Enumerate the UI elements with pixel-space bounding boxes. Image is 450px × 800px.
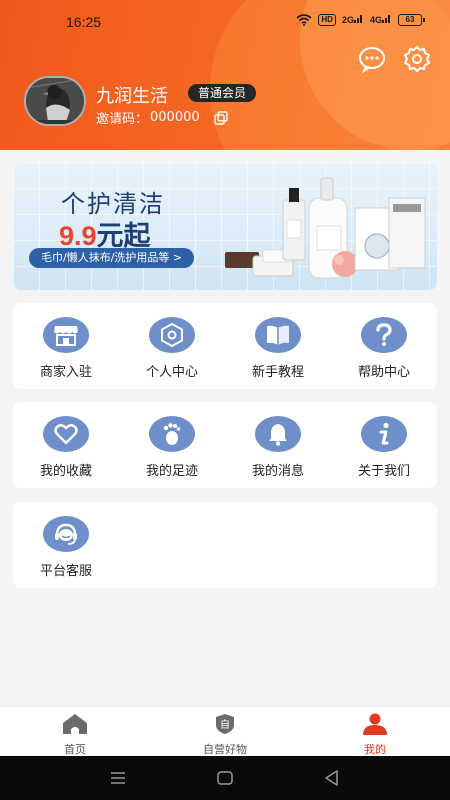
status-bar: 16:25 HD 2G 4G 63 <box>0 10 450 34</box>
menu-label: 我的足迹 <box>145 463 198 478</box>
book-icon <box>255 317 301 353</box>
menu-customer-service[interactable]: 平台客服 <box>13 516 119 579</box>
info-icon <box>361 416 407 452</box>
menu-label: 新手教程 <box>251 364 304 379</box>
banner-price-unit: 元起 <box>96 221 151 251</box>
settings-button[interactable] <box>402 44 432 74</box>
menu-merchant-join[interactable]: 商家入驻 <box>13 317 119 380</box>
menu-label: 个人中心 <box>145 364 198 379</box>
menu-my-favorites[interactable]: 我的收藏 <box>13 416 119 479</box>
menu-label: 我的消息 <box>251 463 304 478</box>
signal-4g-icon: 4G <box>370 13 392 26</box>
system-navigation-bar <box>0 756 450 800</box>
tab-mine[interactable]: 我的 <box>300 713 450 757</box>
profile-icon <box>363 713 387 735</box>
menu-label: 商家入驻 <box>39 364 92 379</box>
avatar-image <box>26 78 84 124</box>
tab-label: 首页 <box>64 743 86 756</box>
invite-code-label: 邀请码： <box>96 112 149 127</box>
menu-label: 平台客服 <box>39 563 92 578</box>
message-button[interactable] <box>357 44 387 74</box>
activity-menu-card: 我的收藏 我的足迹 我的消息 关于我们 <box>13 402 437 488</box>
status-icons: HD 2G 4G 63 <box>296 13 425 26</box>
menu-beginner-guide[interactable]: 新手教程 <box>225 317 331 380</box>
home-nav-button[interactable] <box>215 768 235 788</box>
banner-category-link[interactable]: 毛巾/懒人抹布/洗护用品等 > <box>29 248 195 268</box>
user-name: 九润生活 <box>96 86 168 106</box>
back-nav-button[interactable] <box>322 768 342 788</box>
signal-2g-icon: 2G <box>342 13 364 26</box>
invite-code-value: 000000 <box>150 110 200 125</box>
banner-price-number: 9.9 <box>59 221 97 251</box>
svg-text:自: 自 <box>220 718 230 731</box>
menu-personal-center[interactable]: 个人中心 <box>119 317 225 380</box>
menu-label: 我的收藏 <box>39 463 92 478</box>
gear-icon <box>404 46 430 72</box>
menu-about-us[interactable]: 关于我们 <box>331 416 437 479</box>
self-shop-icon: 自 <box>216 714 234 734</box>
headset-icon <box>43 516 89 552</box>
store-icon <box>43 317 89 353</box>
support-menu-card: 平台客服 <box>13 502 437 588</box>
status-time: 16:25 <box>66 14 102 30</box>
bottom-tab-bar: 首页 自 自营好物 我的 <box>0 706 450 756</box>
menu-help-center[interactable]: 帮助中心 <box>331 317 437 380</box>
menu-my-messages[interactable]: 我的消息 <box>225 416 331 479</box>
menu-lines-icon <box>111 772 125 784</box>
menu-my-footprints[interactable]: 我的足迹 <box>119 416 225 479</box>
signal-2g-label: 2G <box>341 15 354 25</box>
bell-icon <box>255 416 301 452</box>
signal-4g-label: 4G <box>369 15 382 25</box>
menu-nav-button[interactable] <box>108 768 128 788</box>
tab-self-operated[interactable]: 自 自营好物 <box>150 713 300 757</box>
tab-label: 我的 <box>364 743 386 756</box>
profile-header: 16:25 HD 2G 4G 63 九润生活 普通会员 邀请码： 000000 <box>0 0 450 150</box>
menu-label: 帮助中心 <box>357 364 410 379</box>
menu-label: 关于我们 <box>357 463 410 478</box>
user-hexagon-icon <box>149 317 195 353</box>
battery-icon: 63 <box>398 13 425 26</box>
tab-label: 自营好物 <box>203 743 247 756</box>
chat-bubble-icon <box>359 47 385 74</box>
avatar[interactable] <box>24 76 86 126</box>
footprint-icon <box>149 416 195 452</box>
hd-icon: HD <box>318 13 336 26</box>
member-level-badge: 普通会员 <box>188 84 257 102</box>
copy-icon[interactable] <box>213 110 228 125</box>
home-icon <box>63 714 87 734</box>
wifi-icon <box>296 13 312 26</box>
promo-banner[interactable]: 个护清洁 9.9元起 毛巾/懒人抹布/洗护用品等 > <box>13 162 437 290</box>
back-triangle-icon <box>325 770 338 786</box>
invite-code-row: 邀请码： 000000 <box>96 108 228 127</box>
tab-home[interactable]: 首页 <box>0 713 150 757</box>
service-menu-card: 商家入驻 个人中心 新手教程 帮助中心 <box>13 303 437 389</box>
product-image <box>225 177 426 279</box>
question-icon <box>361 317 407 353</box>
square-icon <box>217 771 233 785</box>
heart-icon <box>43 416 89 452</box>
